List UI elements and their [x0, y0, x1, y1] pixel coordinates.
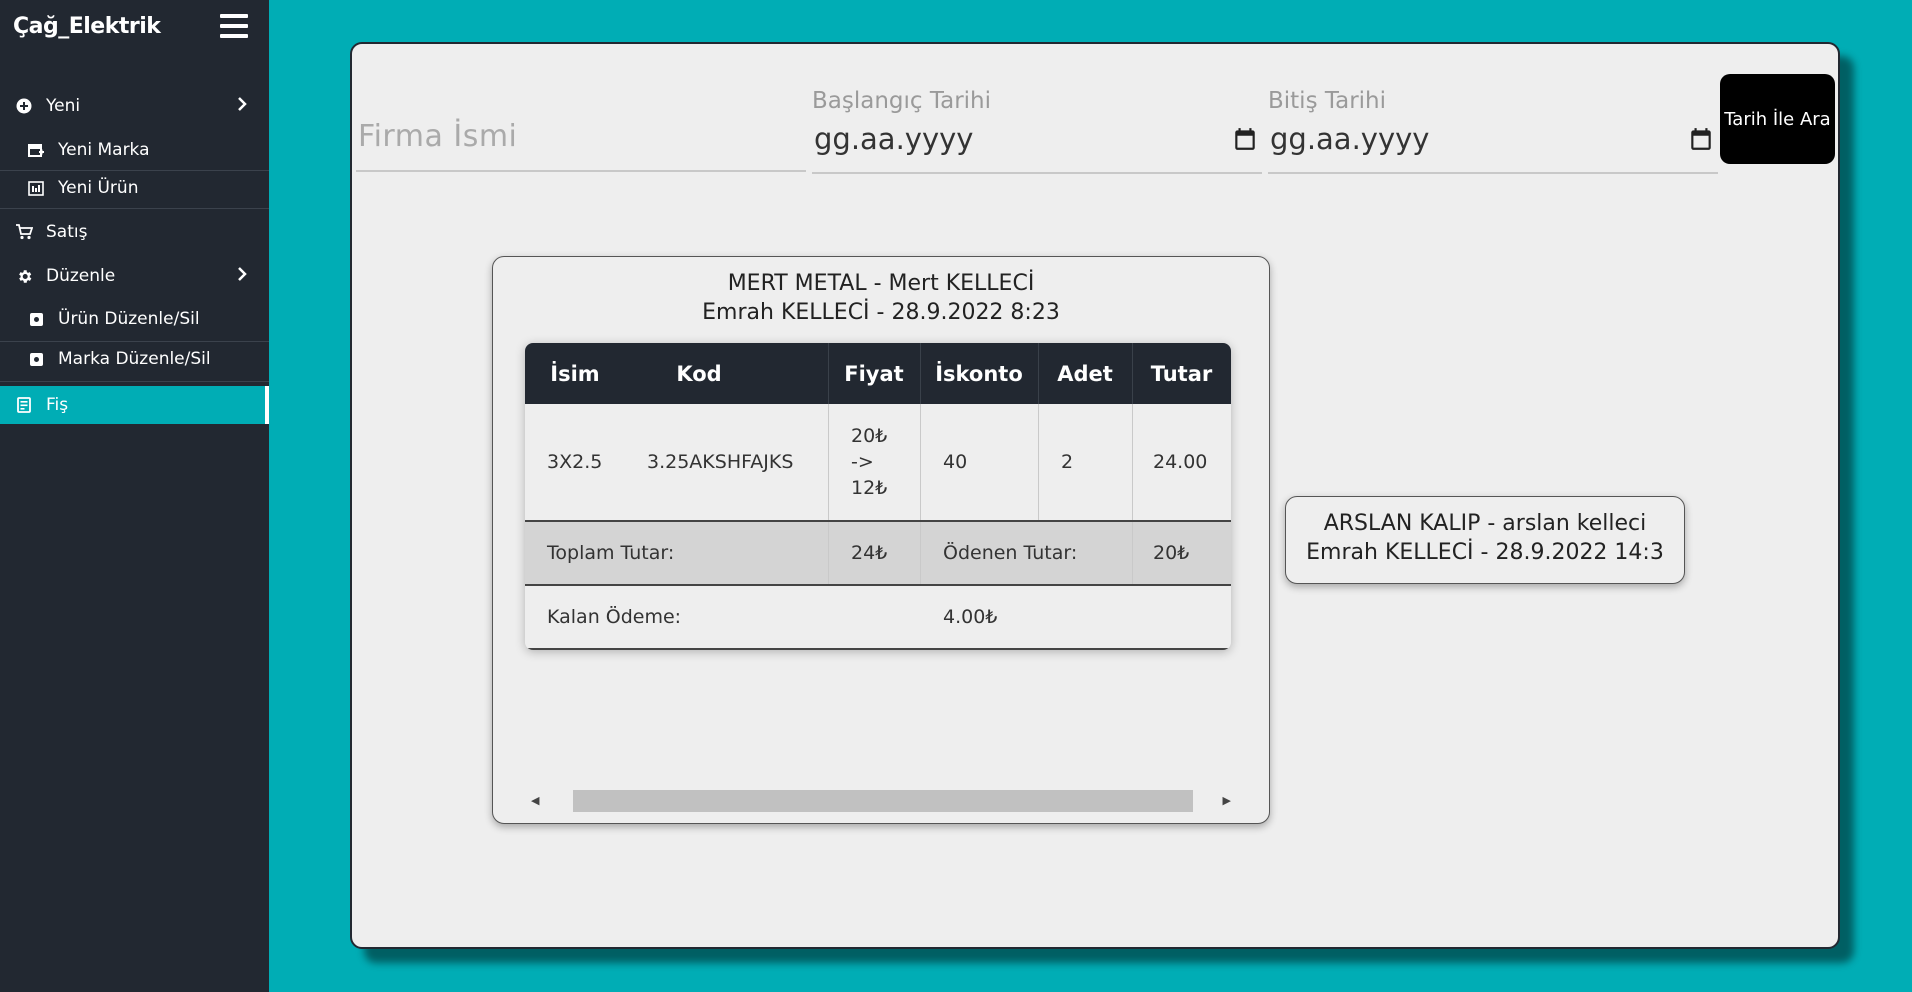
table-header: İsim Kod Fiyat İskonto Adet Tutar	[525, 343, 1231, 404]
cell-fiyat: 20₺ -> 12₺	[851, 404, 887, 520]
fiyat-arrow: ->	[851, 451, 874, 473]
receipt-table: İsim Kod Fiyat İskonto Adet Tutar 3X2.5 …	[525, 343, 1231, 650]
table-row: 3X2.5 3.25AKSHFAJKS 20₺ -> 12₺ 40 2 24.0…	[525, 404, 1231, 520]
receipt-title: ARSLAN KALIP - arslan kelleci	[1323, 511, 1647, 536]
col-tutar: Tutar	[1150, 361, 1213, 386]
receipt-subtitle: Emrah KELLECİ - 28.9.2022 8:23	[702, 300, 1060, 325]
col-iskonto: İskonto	[935, 361, 1023, 386]
firma-search-input[interactable]: Firma İsmi	[356, 104, 806, 172]
total-label: Toplam Tutar:	[547, 542, 675, 564]
sidebar-item-label: Düzenle	[46, 266, 116, 286]
start-date-field[interactable]: Başlangıç Tarihi gg.aa.yyyy	[812, 88, 1262, 176]
end-date-value: gg.aa.yyyy	[1270, 122, 1430, 156]
col-adet: Adet	[1057, 361, 1113, 386]
edit-file-icon	[26, 309, 46, 329]
receipt-title: MERT METAL - Mert KELLECİ	[727, 271, 1035, 296]
end-date-label: Bitiş Tarihi	[1268, 88, 1387, 114]
col-kod: Kod	[676, 361, 722, 386]
sidebar-item-label: Ürün Düzenle/Sil	[58, 309, 200, 329]
sidebar-item-label: Yeni Ürün	[58, 178, 139, 198]
col-fiyat: Fiyat	[844, 361, 904, 386]
remaining-label: Kalan Ödeme:	[547, 606, 682, 628]
paid-value: 20₺	[1153, 542, 1190, 564]
remaining-value: 4.00₺	[943, 606, 998, 628]
col-isim: İsim	[550, 361, 600, 386]
total-value: 24₺	[851, 542, 888, 564]
sidebar-item-marka-duzenle-sil[interactable]: Marka Düzenle/Sil	[0, 345, 269, 373]
store-icon	[26, 140, 46, 160]
paid-label: Ödenen Tutar:	[943, 542, 1078, 564]
scroll-left-icon[interactable]: ◀	[531, 794, 539, 807]
cart-icon	[14, 222, 34, 242]
active-indicator	[265, 386, 269, 424]
sidebar-item-yeni-marka[interactable]: Yeni Marka	[0, 136, 269, 164]
sidebar-item-label: Satış	[46, 222, 88, 242]
scroll-right-icon[interactable]: ▶	[1223, 794, 1231, 807]
hamburger-menu-icon[interactable]	[220, 14, 248, 40]
start-date-value: gg.aa.yyyy	[814, 122, 974, 156]
sidebar: Çağ_Elektrik Yeni Yeni Marka Yeni Ürün S…	[0, 0, 269, 992]
sidebar-item-yeni[interactable]: Yeni	[0, 92, 269, 120]
cell-isim: 3X2.5	[547, 451, 603, 473]
fiyat-old: 20₺	[851, 425, 888, 447]
horizontal-scrollbar[interactable]: ◀ ▶	[531, 790, 1231, 812]
sidebar-item-yeni-urun[interactable]: Yeni Ürün	[0, 174, 269, 202]
chevron-right-icon	[237, 96, 247, 116]
fiyat-new: 12₺	[851, 477, 888, 499]
scrollbar-thumb[interactable]	[573, 790, 1193, 812]
chevron-right-icon	[237, 266, 247, 286]
cell-tutar: 24.00	[1153, 451, 1208, 473]
sidebar-item-label: Marka Düzenle/Sil	[58, 349, 211, 369]
total-row: Toplam Tutar: 24₺ Ödenen Tutar: 20₺	[525, 522, 1231, 584]
start-date-label: Başlangıç Tarihi	[812, 88, 992, 114]
receipt-card: MERT METAL - Mert KELLECİ Emrah KELLECİ …	[492, 256, 1270, 824]
remaining-row: Kalan Ödeme: 4.00₺	[525, 586, 1231, 648]
end-date-field[interactable]: Bitiş Tarihi gg.aa.yyyy	[1268, 88, 1718, 176]
product-add-icon	[26, 178, 46, 198]
cell-kod: 3.25AKSHFAJKS	[647, 451, 794, 473]
sidebar-item-fis[interactable]: Fiş	[0, 386, 269, 424]
sidebar-item-duzenle[interactable]: Düzenle	[0, 262, 269, 290]
sidebar-item-satis[interactable]: Satış	[0, 218, 269, 246]
gear-icon	[14, 266, 34, 286]
sidebar-item-label: Yeni Marka	[58, 140, 150, 160]
calendar-icon[interactable]	[1688, 126, 1714, 152]
plus-circle-icon	[14, 96, 34, 116]
receipt-card-collapsed[interactable]: ARSLAN KALIP - arslan kelleci Emrah KELL…	[1285, 496, 1685, 584]
sidebar-item-label: Yeni	[46, 96, 81, 116]
cell-iskonto: 40	[943, 451, 968, 473]
firma-placeholder: Firma İsmi	[358, 119, 518, 154]
sidebar-item-label: Fiş	[46, 395, 69, 415]
cell-adet: 2	[1061, 451, 1074, 473]
search-by-date-button[interactable]: Tarih İle Ara	[1720, 74, 1835, 164]
receipt-subtitle: Emrah KELLECİ - 28.9.2022 14:3	[1306, 540, 1664, 565]
brand-title: Çağ_Elektrik	[13, 14, 161, 39]
receipt-icon	[14, 395, 34, 415]
calendar-icon[interactable]	[1232, 126, 1258, 152]
edit-file-icon	[26, 349, 46, 369]
sidebar-item-urun-duzenle-sil[interactable]: Ürün Düzenle/Sil	[0, 305, 269, 333]
